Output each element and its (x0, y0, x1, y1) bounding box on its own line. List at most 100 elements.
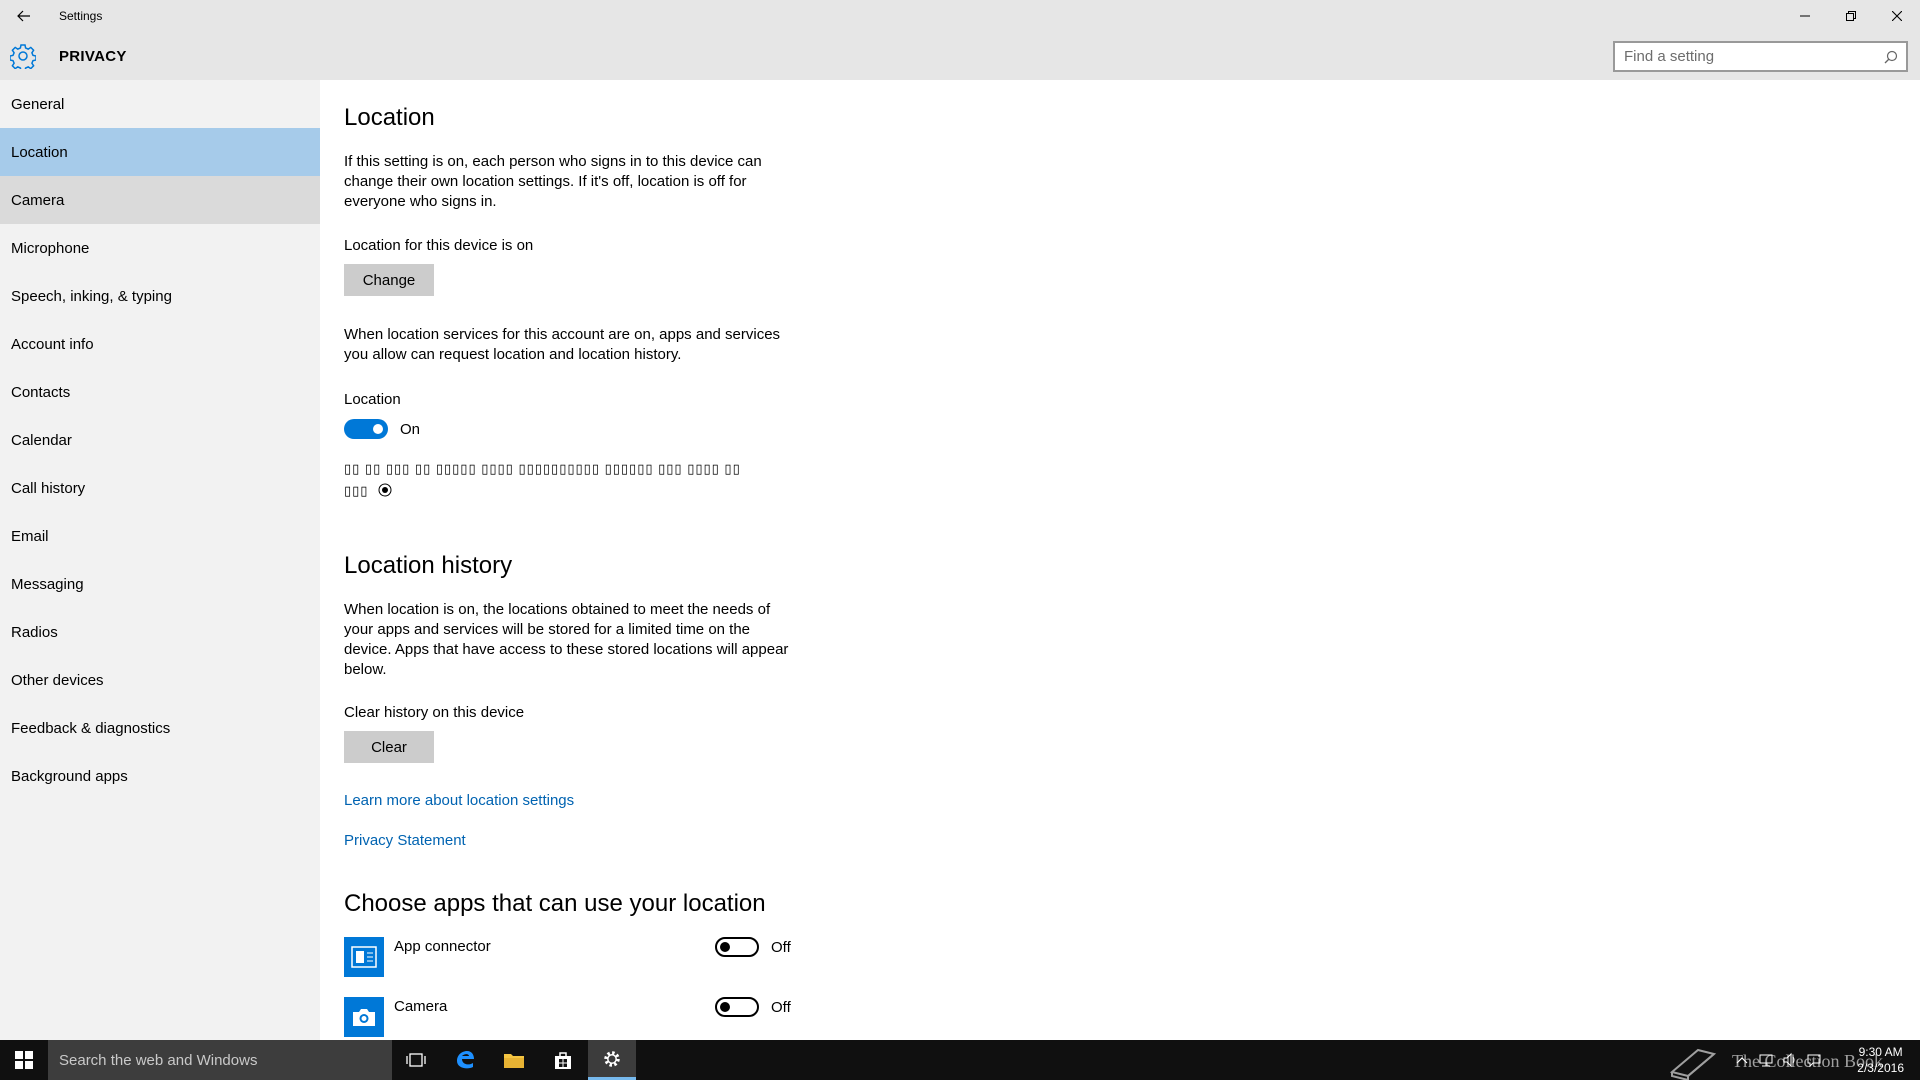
chevron-up-icon[interactable] (1734, 1052, 1750, 1068)
camera-glyph (353, 1009, 375, 1026)
sidebar-nav: General Location Camera Microphone Speec… (0, 80, 320, 1040)
task-view-button[interactable] (392, 1040, 440, 1080)
change-button[interactable]: Change (344, 264, 434, 296)
toggle-knob (720, 1002, 730, 1012)
store-icon (555, 1052, 571, 1069)
sidebar-item-label: Email (11, 527, 49, 545)
sidebar-item-email[interactable]: Email (0, 512, 320, 560)
sidebar-item-messaging[interactable]: Messaging (0, 560, 320, 608)
volume-icon[interactable] (1782, 1052, 1798, 1068)
search-box[interactable] (1613, 41, 1908, 72)
task-view-icon (406, 1053, 426, 1067)
clock-date: 2/3/2016 (1857, 1061, 1904, 1075)
taskbar-search-text: Search the web and Windows (59, 1051, 258, 1069)
garbled-text-line-2: ▯▯▯ (344, 483, 369, 498)
learn-more-link[interactable]: Learn more about location settings (344, 792, 574, 809)
location-heading: Location (344, 104, 435, 131)
edge-icon (457, 1051, 474, 1069)
sidebar-item-account-info[interactable]: Account info (0, 320, 320, 368)
device-location-status: Location for this device is on (344, 237, 534, 254)
app-connector-toggle[interactable] (715, 937, 759, 957)
back-button[interactable] (0, 0, 48, 32)
settings-taskbar-button[interactable] (588, 1040, 636, 1080)
title-bar: Settings (0, 0, 1920, 32)
sidebar-item-location[interactable]: Location (0, 128, 320, 176)
gear-icon (10, 44, 36, 69)
garbled-text-line: ▯▯ ▯▯ ▯▯▯ ▯▯ ▯▯▯▯▯ ▯▯▯▯ ▯▯▯▯▯▯▯▯▯▯ ▯▯▯▯▯… (344, 461, 741, 476)
sidebar-item-calendar[interactable]: Calendar (0, 416, 320, 464)
sidebar-item-speech[interactable]: Speech, inking, & typing (0, 272, 320, 320)
sidebar-item-other-devices[interactable]: Other devices (0, 656, 320, 704)
taskbar-search[interactable]: Search the web and Windows (48, 1040, 392, 1080)
sidebar-item-label: Radios (11, 623, 58, 641)
app-name: Camera (394, 998, 448, 1015)
sidebar-item-label: Speech, inking, & typing (11, 287, 172, 305)
location-services-text: When location services for this account … (344, 326, 781, 363)
sidebar-item-radios[interactable]: Radios (0, 608, 320, 656)
edge-button[interactable] (441, 1040, 489, 1080)
search-input[interactable] (1615, 43, 1865, 70)
clock[interactable]: 9:30 AM 2/3/2016 (1857, 1044, 1904, 1076)
restore-button[interactable] (1828, 0, 1874, 32)
sidebar-item-general[interactable]: General (0, 80, 320, 128)
privacy-statement-link[interactable]: Privacy Statement (344, 832, 466, 849)
sidebar-item-label: General (11, 95, 65, 113)
network-icon[interactable] (1758, 1052, 1774, 1068)
action-center-icon[interactable] (1806, 1052, 1822, 1068)
folder-icon (504, 1054, 524, 1068)
settings-header: PRIVACY (0, 32, 1920, 80)
sidebar-item-label: Other devices (11, 671, 104, 689)
sidebar-item-microphone[interactable]: Microphone (0, 224, 320, 272)
system-tray: 9:30 AM 2/3/2016 (1720, 1040, 1920, 1080)
windows-logo-icon (15, 1051, 33, 1069)
camera-icon (344, 997, 384, 1037)
close-button[interactable] (1874, 0, 1920, 32)
back-arrow-icon (17, 10, 30, 22)
restore-icon (1846, 11, 1856, 21)
sidebar-item-label: Microphone (11, 239, 90, 257)
main-content: Location If this setting is on, each per… (344, 80, 1904, 1040)
sidebar-item-label: Camera (11, 191, 65, 209)
sidebar-item-call-history[interactable]: Call history (0, 464, 320, 512)
location-toggle[interactable] (344, 419, 388, 439)
toggle-knob (720, 942, 730, 952)
store-button[interactable] (539, 1040, 587, 1080)
sidebar-item-label: Call history (11, 479, 86, 497)
sidebar-item-contacts[interactable]: Contacts (0, 368, 320, 416)
camera-toggle[interactable] (715, 997, 759, 1017)
search-icon[interactable] (1884, 50, 1898, 64)
app-toggle-state: Off (771, 999, 791, 1016)
sidebar-item-label: Account info (11, 335, 94, 353)
app-connector-icon (344, 937, 384, 977)
location-history-text: When location is on, the locations obtai… (344, 601, 789, 678)
minimize-button[interactable] (1782, 0, 1828, 32)
book-watermark-icon (1669, 1048, 1717, 1080)
location-intro-text: If this setting is on, each person who s… (344, 153, 762, 210)
minimize-icon (1800, 15, 1810, 17)
location-toggle-label: Location (344, 391, 401, 408)
file-explorer-button[interactable] (490, 1040, 538, 1080)
clock-time: 9:30 AM (1858, 1045, 1903, 1059)
toggle-knob (373, 424, 383, 434)
window-title: Settings (59, 9, 103, 23)
sidebar-item-background-apps[interactable]: Background apps (0, 752, 320, 800)
sidebar-item-label: Messaging (11, 575, 84, 593)
close-icon (1892, 11, 1902, 21)
location-toggle-state: On (400, 421, 421, 438)
sidebar-item-label: Contacts (11, 383, 71, 401)
page-title: PRIVACY (59, 48, 127, 65)
sidebar-item-label: Feedback & diagnostics (11, 719, 171, 737)
sidebar-item-label: Location (11, 143, 68, 161)
start-button[interactable] (0, 1040, 48, 1080)
app-toggle-state: Off (771, 939, 791, 956)
radio-icon (378, 483, 392, 497)
taskbar: Search the web and Windows The Collectio… (0, 1040, 1920, 1080)
app-connector-glyph (351, 946, 377, 968)
location-history-heading: Location history (344, 552, 513, 579)
gear-icon (604, 1050, 620, 1067)
window-controls (1782, 0, 1920, 32)
sidebar-item-camera[interactable]: Camera (0, 176, 320, 224)
sidebar-item-feedback[interactable]: Feedback & diagnostics (0, 704, 320, 752)
clear-button[interactable]: Clear (344, 731, 434, 763)
app-name: App connector (394, 938, 491, 955)
